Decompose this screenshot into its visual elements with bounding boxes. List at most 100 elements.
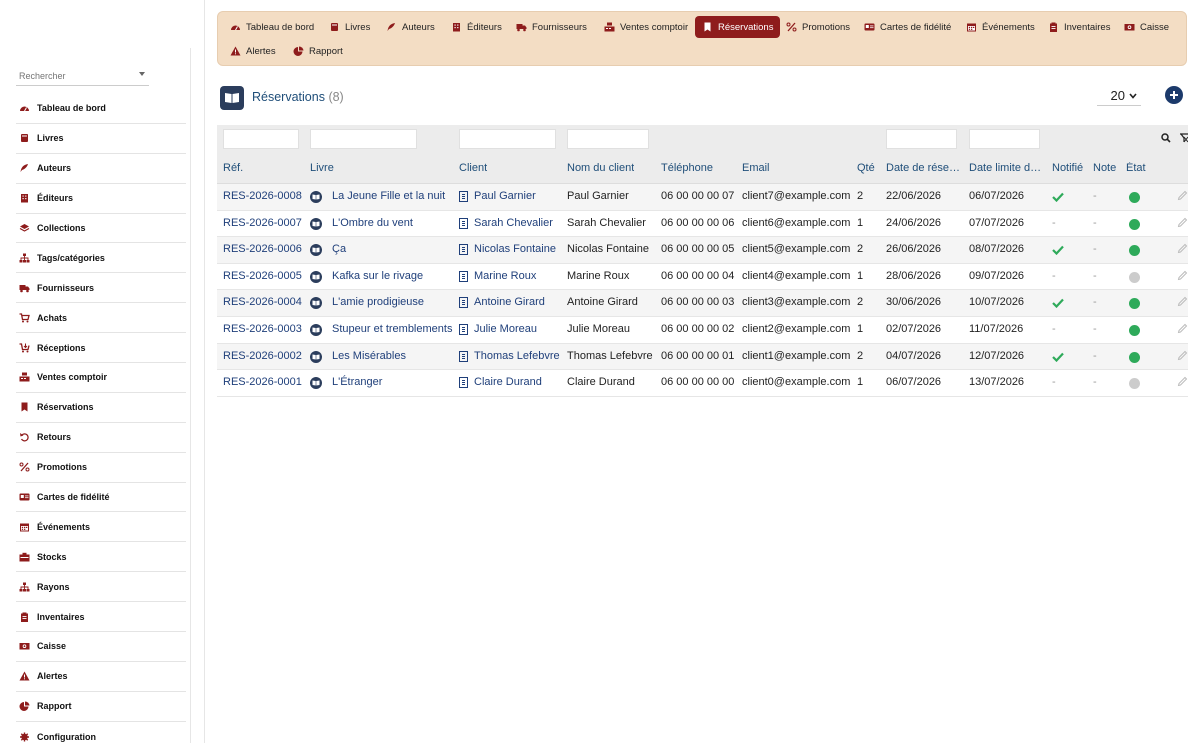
tab-r-servations[interactable]: Réservations — [695, 16, 781, 38]
book-link[interactable]: Les Misérables — [332, 350, 406, 362]
book-link[interactable]: Stupeur et tremblements — [332, 323, 452, 335]
column-header[interactable]: Note — [1093, 162, 1116, 174]
sidebar-item-collections[interactable]: Collections — [16, 214, 186, 244]
book-link[interactable]: L'Étranger — [332, 376, 382, 388]
book-link[interactable]: La Jeune Fille et la nuit — [332, 190, 445, 202]
sidebar-item-rayons[interactable]: Rayons — [16, 572, 186, 603]
column-header[interactable]: Réf. — [223, 162, 243, 174]
edit-pencil-icon[interactable] — [1177, 217, 1188, 228]
table-row[interactable]: RES-2026-0004 L'amie prodigieuse Antoine G… — [217, 290, 1188, 317]
sidebar-item-achats[interactable]: Achats — [16, 303, 186, 334]
reservation-ref-link[interactable]: RES-2026-0003 — [223, 323, 302, 335]
reservation-ref-link[interactable]: RES-2026-0001 — [223, 376, 302, 388]
sidebar-item-tags-cat-gories[interactable]: Tags/catégories — [16, 243, 186, 274]
edit-pencil-icon[interactable] — [1177, 350, 1188, 361]
filter-ref[interactable] — [223, 129, 299, 149]
reservation-ref-link[interactable]: RES-2026-0005 — [223, 270, 302, 282]
reservation-ref-link[interactable]: RES-2026-0004 — [223, 296, 302, 308]
filter-reservation-date[interactable] — [886, 129, 957, 149]
sidebar-item-r-servations[interactable]: Réservations — [16, 393, 186, 423]
sidebar-item-livres[interactable]: Livres — [16, 124, 186, 154]
client-link[interactable]: Marine Roux — [474, 270, 536, 282]
reservation-ref-link[interactable]: RES-2026-0006 — [223, 243, 302, 255]
client-link[interactable]: Julie Moreau — [474, 323, 537, 335]
search-input[interactable] — [16, 66, 136, 86]
filter-limit-date[interactable] — [969, 129, 1040, 149]
book-link[interactable]: Kafka sur le rivage — [332, 270, 423, 282]
reservation-ref-link[interactable]: RES-2026-0007 — [223, 217, 302, 229]
tab-inventaires[interactable]: Inventaires — [1041, 16, 1117, 38]
column-header[interactable]: Téléphone — [661, 162, 713, 174]
edit-pencil-icon[interactable] — [1177, 296, 1188, 307]
table-row[interactable]: RES-2026-0001 L'Étranger Claire Durand Clai… — [217, 370, 1188, 397]
edit-pencil-icon[interactable] — [1177, 243, 1188, 254]
tab-livres[interactable]: Livres — [322, 16, 377, 38]
client-link[interactable]: Antoine Girard — [474, 296, 545, 308]
client-link[interactable]: Thomas Lefebvre — [474, 350, 560, 362]
column-header[interactable]: Client — [459, 162, 487, 174]
edit-pencil-icon[interactable] — [1177, 376, 1188, 387]
sidebar-item-fournisseurs[interactable]: Fournisseurs — [16, 273, 186, 304]
sidebar-item-auteurs[interactable]: Auteurs — [16, 154, 186, 184]
column-header[interactable]: Livre — [310, 162, 334, 174]
sidebar-item-promotions[interactable]: Promotions — [16, 453, 186, 483]
tab-auteurs[interactable]: Auteurs — [379, 16, 442, 38]
clear-filters-icon[interactable] — [1180, 133, 1188, 143]
reservation-ref-link[interactable]: RES-2026-0002 — [223, 350, 302, 362]
book-link[interactable]: L'amie prodigieuse — [332, 296, 424, 308]
tab-caisse[interactable]: Caisse — [1117, 16, 1176, 38]
filter-client-name[interactable] — [567, 129, 649, 149]
tab-tableau-de-bord[interactable]: Tableau de bord — [223, 16, 321, 38]
sidebar-item-alertes[interactable]: Alertes — [16, 662, 186, 692]
column-header[interactable]: Nom du client — [567, 162, 634, 174]
column-header[interactable]: État — [1126, 162, 1146, 174]
column-header[interactable]: Date de rése… — [886, 162, 960, 174]
search-icon[interactable] — [1161, 133, 1171, 143]
tab-ventes-comptoir[interactable]: Ventes comptoir — [597, 16, 695, 38]
book-link[interactable]: L'Ombre du vent — [332, 217, 413, 229]
sidebar-item-inventaires[interactable]: Inventaires — [16, 602, 186, 633]
filter-client[interactable] — [459, 129, 556, 149]
reservation-ref-link[interactable]: RES-2026-0008 — [223, 190, 302, 202]
tab--v-nements[interactable]: Événements — [959, 16, 1042, 38]
tab--diteurs[interactable]: Éditeurs — [444, 16, 509, 38]
sidebar-item-rapport[interactable]: Rapport — [16, 692, 186, 722]
edit-pencil-icon[interactable] — [1177, 270, 1188, 281]
chevron-down-icon[interactable] — [139, 72, 145, 76]
sidebar-item--v-nements[interactable]: Événements — [16, 512, 186, 543]
sidebar-item-retours[interactable]: Retours — [16, 423, 186, 453]
add-reservation-button[interactable] — [1165, 86, 1183, 104]
sidebar-item-cartes-de-fid-lit-[interactable]: Cartes de fidélité — [16, 483, 186, 513]
sidebar-item--diteurs[interactable]: Éditeurs — [16, 184, 186, 214]
book-link[interactable]: Ça — [332, 243, 346, 255]
column-header[interactable]: Notifié — [1052, 162, 1083, 174]
sidebar-item-stocks[interactable]: Stocks — [16, 542, 186, 573]
sidebar-item-configuration[interactable]: Configuration — [16, 722, 186, 752]
table-row[interactable]: RES-2026-0008 La Jeune Fille et la nuit Pa… — [217, 184, 1188, 211]
sidebar-item-tableau-de-bord[interactable]: Tableau de bord — [16, 94, 186, 124]
tab-rapport[interactable]: Rapport — [286, 40, 350, 62]
column-header[interactable]: Qté — [857, 162, 875, 174]
edit-pencil-icon[interactable] — [1177, 323, 1188, 334]
sidebar-item-caisse[interactable]: Caisse — [16, 632, 186, 662]
column-header[interactable]: Email — [742, 162, 770, 174]
tab-alertes[interactable]: Alertes — [223, 40, 283, 62]
column-header[interactable]: Date limite d… — [969, 162, 1041, 174]
table-row[interactable]: RES-2026-0003 Stupeur et tremblements Juli… — [217, 317, 1188, 344]
page-size-select[interactable]: 20 — [1097, 86, 1141, 106]
filter-book[interactable] — [310, 129, 417, 149]
sidebar-item-ventes-comptoir[interactable]: Ventes comptoir — [16, 363, 186, 393]
table-row[interactable]: RES-2026-0002 Les Misérables Thomas Lefebv… — [217, 343, 1188, 371]
tab-cartes-de-fid-lit-[interactable]: Cartes de fidélité — [857, 16, 958, 38]
tab-fournisseurs[interactable]: Fournisseurs — [509, 16, 594, 38]
sidebar-item-r-ceptions[interactable]: Réceptions — [16, 333, 186, 364]
client-link[interactable]: Nicolas Fontaine — [474, 243, 556, 255]
client-link[interactable]: Claire Durand — [474, 376, 542, 388]
client-link[interactable]: Paul Garnier — [474, 190, 536, 202]
table-row[interactable]: RES-2026-0007 L'Ombre du vent Sarah Cheval… — [217, 211, 1188, 238]
sidebar-search[interactable] — [16, 66, 149, 86]
table-row[interactable]: RES-2026-0006 Ça Nicolas Fontaine Nicolas F… — [217, 237, 1188, 264]
edit-pencil-icon[interactable] — [1177, 190, 1188, 201]
client-link[interactable]: Sarah Chevalier — [474, 217, 553, 229]
table-row[interactable]: RES-2026-0005 Kafka sur le rivage Marine R… — [217, 264, 1188, 291]
